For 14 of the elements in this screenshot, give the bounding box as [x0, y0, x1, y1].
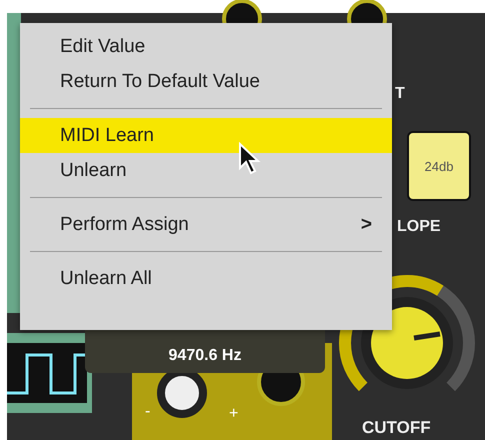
menu-item[interactable]: MIDI Learn [20, 118, 392, 153]
cutoff-label: CUTOFF [362, 418, 431, 438]
menu-item[interactable]: Return To Default Value [20, 64, 392, 99]
slope-button[interactable]: 24db [407, 131, 471, 201]
menu-item[interactable]: Perform Assign > [20, 207, 392, 242]
menu-item[interactable]: Unlearn [20, 153, 392, 188]
mouse-pointer-icon [238, 142, 262, 176]
module-label: T [395, 85, 405, 103]
minus-label: - [145, 403, 150, 421]
tooltip-value: 9470.6 Hz [168, 347, 242, 365]
plus-label: + [229, 405, 238, 423]
slope-label: LOPE [397, 218, 441, 236]
menu-item[interactable]: Unlearn All [20, 261, 392, 296]
menu-item[interactable]: Edit Value [20, 29, 392, 64]
